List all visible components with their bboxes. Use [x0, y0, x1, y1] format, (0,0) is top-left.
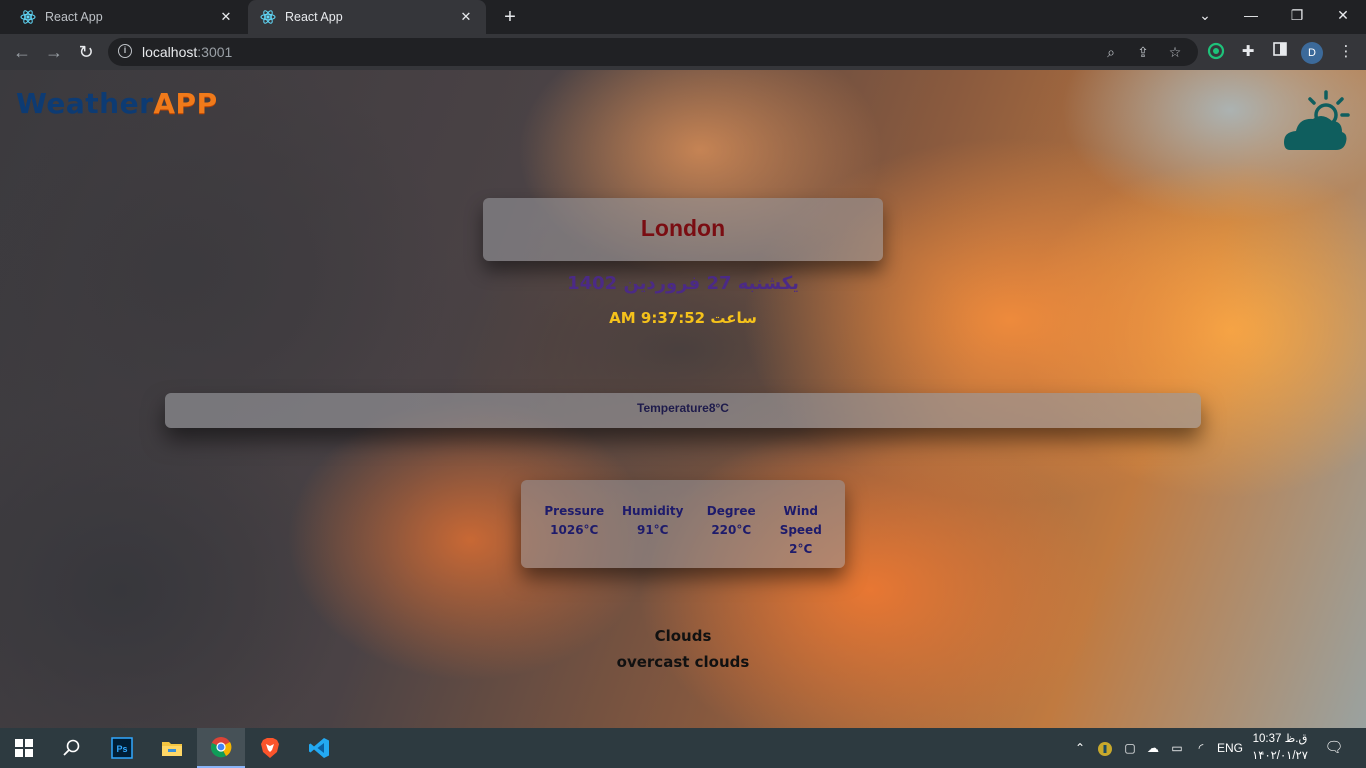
stat-label: Humidity	[622, 504, 684, 518]
minimize-button[interactable]: —	[1228, 0, 1274, 30]
start-windows-icon[interactable]	[0, 728, 48, 768]
address-bar[interactable]: i localhost:3001 ⌕ ⇪ ☆	[108, 38, 1198, 66]
stat-value: 2°C	[789, 542, 813, 556]
weather-stats-card: Pressure 1026°C Humidity 91°C Degree 220…	[521, 480, 845, 568]
tab-title: React App	[45, 10, 103, 24]
taskbar-clock[interactable]: 10:37 ق.ظ ۱۴۰۲/۰۱/۲۷	[1248, 731, 1312, 765]
file-explorer-icon[interactable]	[148, 728, 196, 768]
close-tab-icon[interactable]: ✕	[218, 9, 234, 25]
react-icon	[20, 10, 36, 24]
bookmark-star-icon[interactable]: ☆	[1166, 43, 1184, 61]
temperature-bar: Temperature8°C	[165, 393, 1201, 428]
reload-icon[interactable]: ↻	[72, 38, 100, 66]
windows-taskbar: Ps ⌃ ▢ ☁ ▭ ◜ ENG 10:37 ق.ظ ۱۴۰۲/۰۱/۲۷ 🗨	[0, 728, 1366, 768]
brave-icon[interactable]	[246, 728, 294, 768]
new-tab-button[interactable]: +	[498, 5, 522, 29]
browser-tab-bar: React App ✕ React App ✕ + ⌄ — ❐ ✕	[0, 0, 1366, 34]
weather-condition: Clouds	[654, 627, 712, 645]
stat-value: 220°C	[711, 523, 752, 537]
stat-label: Degree	[706, 504, 756, 518]
cloud-sun-icon	[1284, 90, 1350, 150]
browser-tab-2[interactable]: React App ✕	[248, 0, 486, 34]
tab-search-icon[interactable]: ⌄	[1182, 0, 1228, 30]
wifi-icon[interactable]: ◜	[1190, 728, 1212, 768]
chrome-icon[interactable]	[197, 728, 245, 768]
stat-label: Pressure	[544, 504, 605, 518]
tab-title: React App	[285, 10, 343, 24]
side-panel-icon[interactable]	[1270, 42, 1290, 62]
url-text[interactable]: localhost:3001	[142, 44, 232, 60]
city-name: London	[640, 215, 726, 241]
tray-app-icon[interactable]	[1094, 728, 1116, 768]
vscode-icon[interactable]	[295, 728, 343, 768]
stat-degree: Degree 220°C	[696, 502, 766, 568]
menu-kebab-icon[interactable]: ⋮	[1336, 42, 1356, 62]
stat-label: Wind Speed	[779, 504, 822, 537]
stat-wind-speed: Wind Speed 2°C	[775, 502, 827, 568]
temperature-value: Temperature8°C	[637, 401, 729, 415]
forward-arrow-icon[interactable]: →	[40, 38, 68, 66]
meet-now-icon[interactable]: ▢	[1120, 728, 1140, 768]
svg-text:Ps: Ps	[116, 744, 127, 754]
close-window-button[interactable]: ✕	[1320, 0, 1366, 30]
onedrive-cloud-icon[interactable]: ☁	[1142, 728, 1164, 768]
current-time: ساعت 9:37:52 AM	[609, 309, 757, 327]
stat-pressure: Pressure 1026°C	[539, 502, 609, 568]
notifications-icon[interactable]: 🗨	[1320, 728, 1348, 768]
battery-icon[interactable]: ▭	[1166, 728, 1188, 768]
share-icon[interactable]: ⇪	[1134, 43, 1152, 61]
browser-tab-1[interactable]: React App ✕	[8, 0, 246, 34]
stat-value: 91°C	[636, 523, 669, 537]
react-icon	[260, 10, 276, 24]
photoshop-icon[interactable]: Ps	[98, 728, 146, 768]
language-indicator[interactable]: ENG	[1214, 728, 1246, 768]
clock-date: ۱۴۰۲/۰۱/۲۷	[1252, 750, 1308, 762]
weather-description: overcast clouds	[616, 653, 750, 671]
persian-date: یکشنبه 27 فروردین 1402	[567, 273, 799, 294]
restore-button[interactable]: ❐	[1274, 0, 1320, 30]
extension-ring-icon[interactable]	[1206, 42, 1226, 62]
clock-time: 10:37 ق.ظ	[1252, 733, 1308, 745]
chevron-up-icon[interactable]: ⌃	[1070, 728, 1090, 768]
site-info-icon[interactable]: i	[118, 44, 132, 58]
close-tab-icon[interactable]: ✕	[458, 9, 474, 25]
search-icon[interactable]	[48, 728, 96, 768]
extensions-puzzle-icon[interactable]: ✚	[1238, 42, 1258, 62]
back-arrow-icon[interactable]: ←	[8, 38, 36, 66]
stat-humidity: Humidity 91°C	[618, 502, 688, 568]
browser-toolbar: ← → ↻ i localhost:3001 ⌕ ⇪ ☆ ✚ D ⋮	[0, 34, 1366, 71]
weather-page: WeatherAPP London یکشنبه 27 فروردین 1402…	[0, 70, 1366, 728]
profile-avatar[interactable]: D	[1301, 42, 1323, 64]
stat-value: 1026°C	[550, 523, 599, 537]
app-logo: WeatherAPP	[16, 87, 218, 120]
zoom-icon[interactable]: ⌕	[1102, 43, 1120, 61]
city-card: London	[483, 198, 883, 261]
